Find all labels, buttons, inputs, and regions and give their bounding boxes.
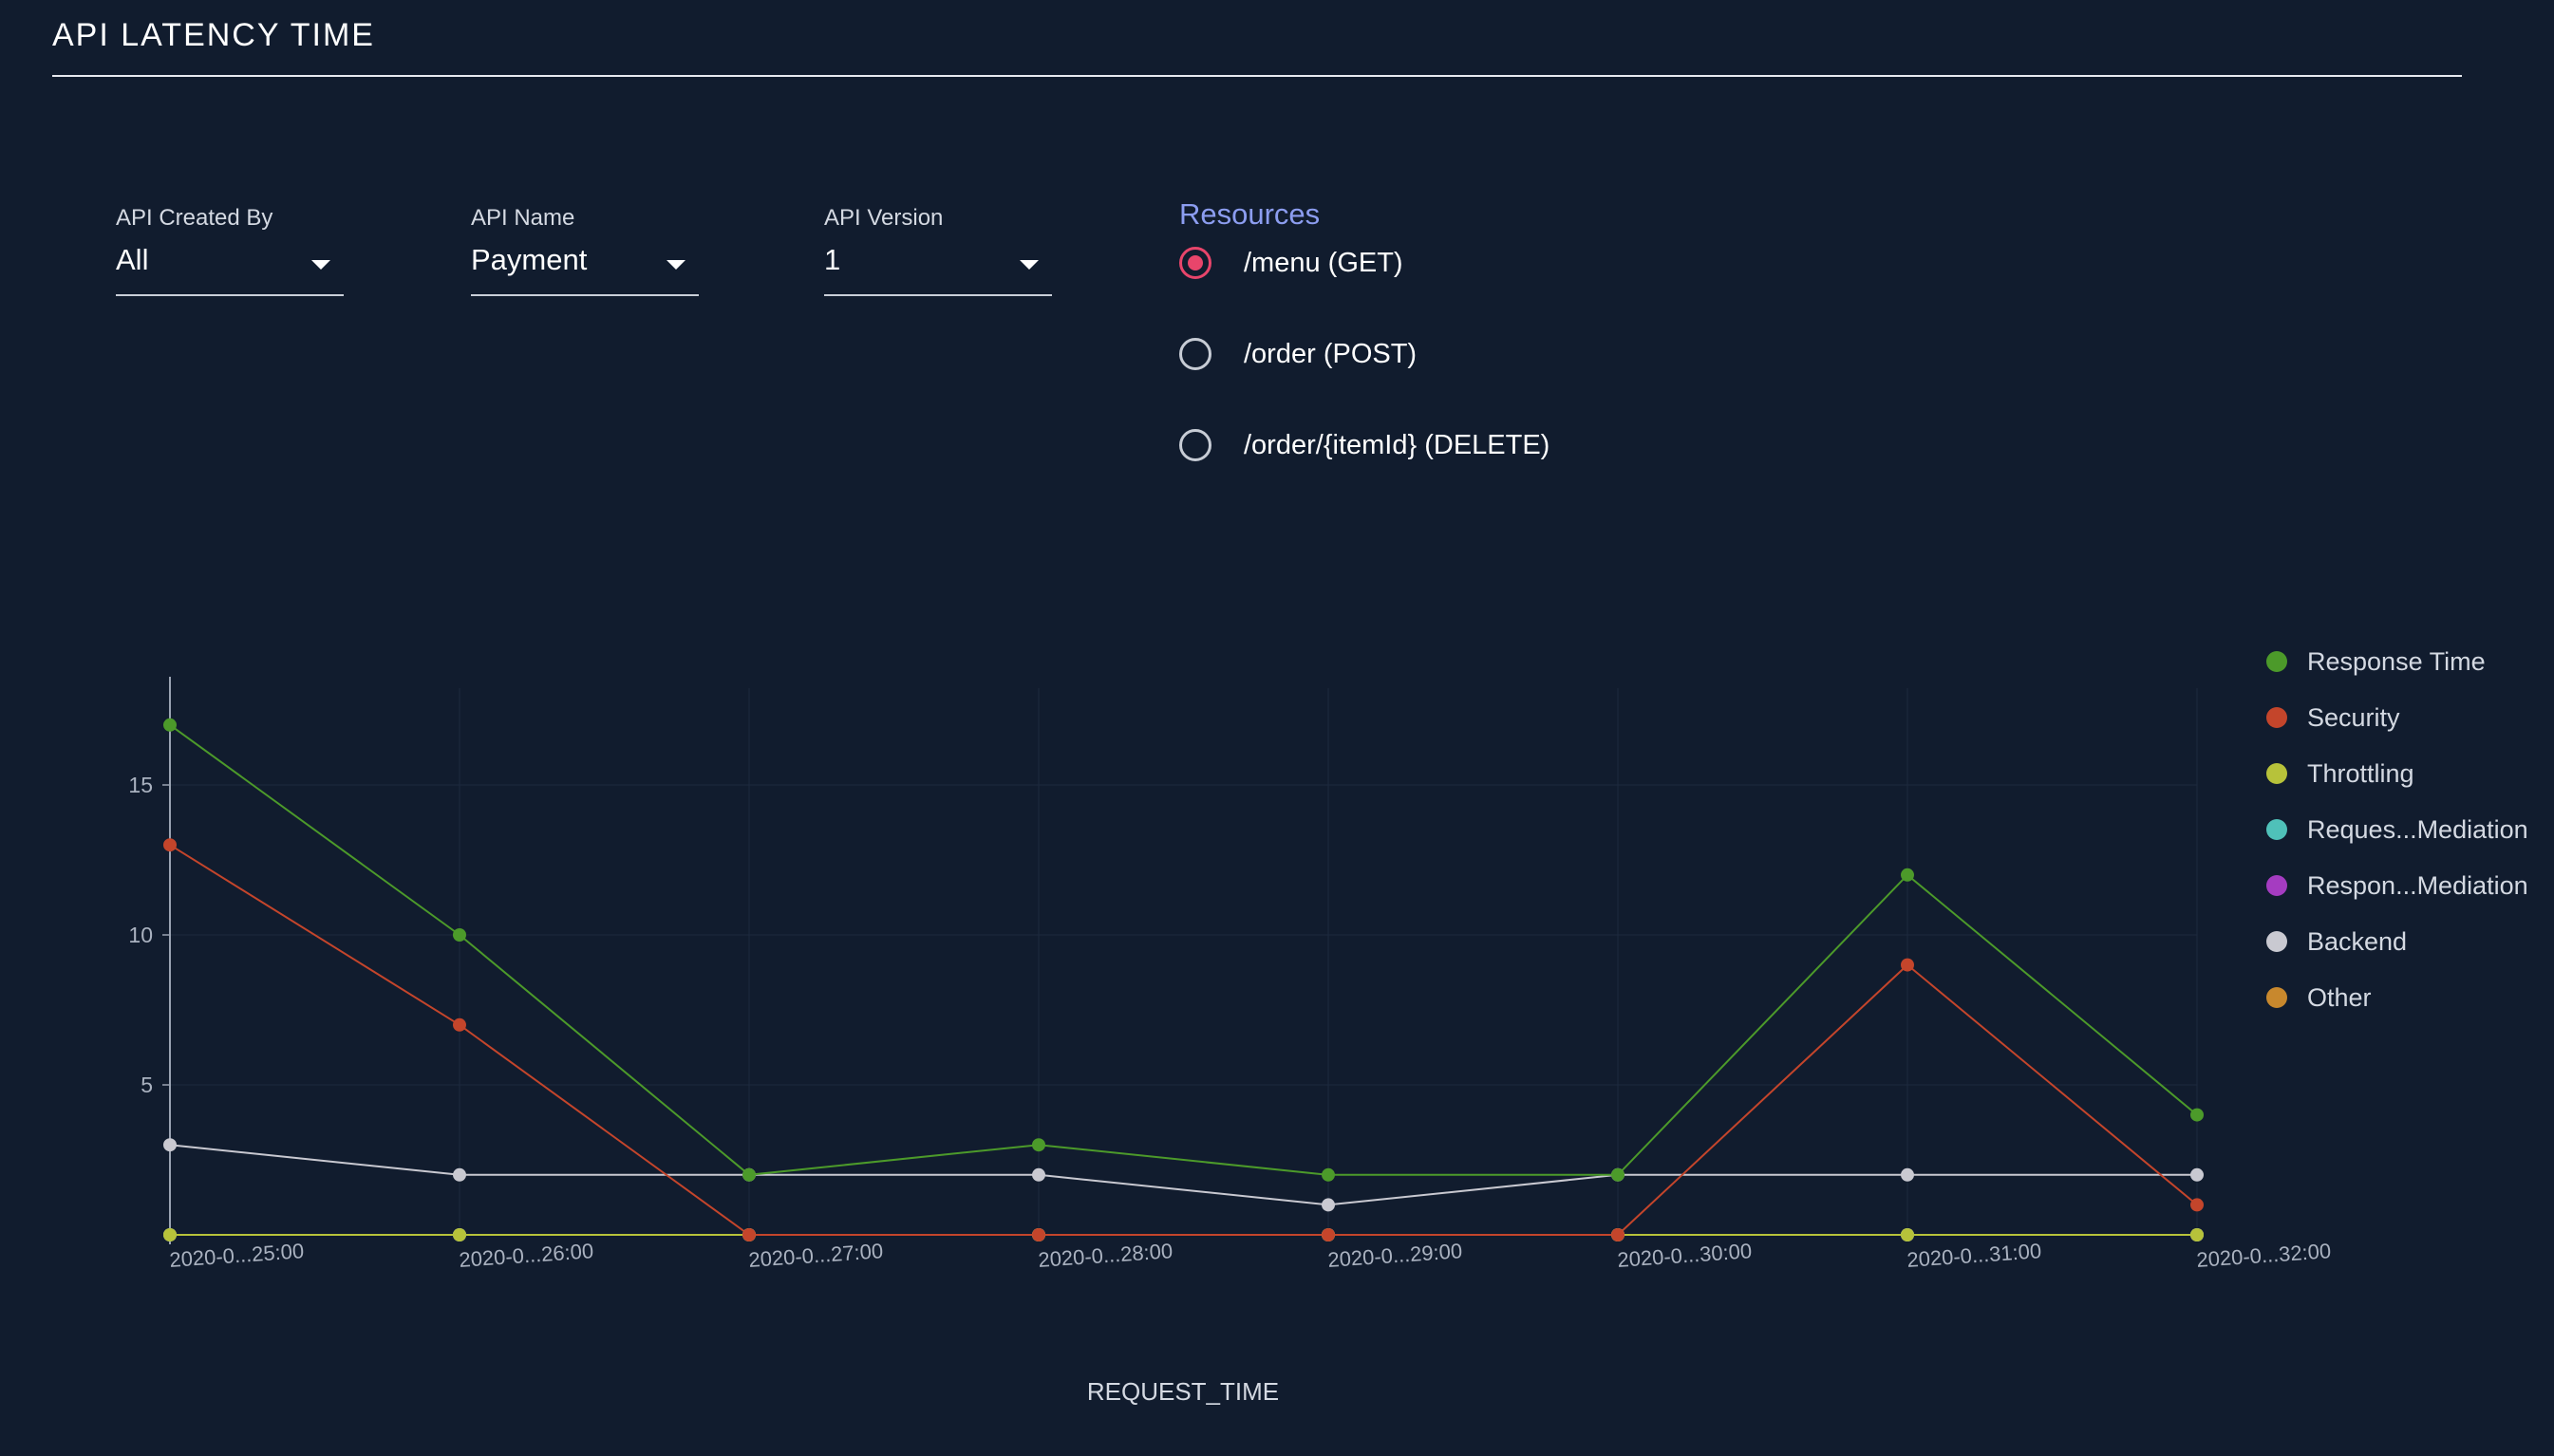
data-point xyxy=(2190,1198,2204,1212)
api-created-by-select[interactable]: API Created By All xyxy=(116,201,344,296)
x-tick-label: 2020-0...31:00 xyxy=(1906,1239,2042,1272)
data-point xyxy=(1901,868,1914,882)
data-point xyxy=(1032,1167,1045,1182)
api-created-by-value: All xyxy=(116,243,149,276)
data-point xyxy=(453,1228,466,1241)
series-line-1 xyxy=(169,844,2198,1236)
caret-down-icon xyxy=(1020,260,1039,270)
page-title: API LATENCY TIME xyxy=(52,17,375,53)
data-point xyxy=(163,718,177,732)
legend-label: Response Time xyxy=(2307,647,2486,676)
api-name-value: Payment xyxy=(471,243,588,276)
resources-radio-group: Resources /menu (GET) /order (POST) /ord… xyxy=(1179,197,1654,520)
resources-heading: Resources xyxy=(1179,197,1321,231)
api-name-label: API Name xyxy=(471,205,575,231)
caret-down-icon xyxy=(311,260,330,270)
data-point xyxy=(742,1228,756,1241)
data-point xyxy=(1611,1228,1624,1241)
data-point xyxy=(1032,1228,1045,1241)
data-point xyxy=(1901,1167,1914,1182)
latency-chart: 5 10 15 2020-0...25:00 2020-0...26:00 2020-0.… xyxy=(0,607,2554,1456)
series-line-5 xyxy=(169,1144,2197,1206)
caret-down-icon xyxy=(667,260,685,270)
x-tick-label: 2020-0...28:00 xyxy=(1038,1239,1174,1272)
legend-item[interactable]: Respon...Mediation xyxy=(2266,871,2528,900)
legend-item[interactable]: Response Time xyxy=(2266,647,2486,676)
legend-label: Security xyxy=(2307,703,2400,732)
resource-option-order-post[interactable]: /order (POST) xyxy=(1179,338,1654,429)
api-created-by-label: API Created By xyxy=(116,205,273,231)
x-axis-title: REQUEST_TIME xyxy=(1087,1377,1279,1406)
legend-swatch xyxy=(2266,763,2287,784)
legend-swatch xyxy=(2266,651,2287,672)
legend-label: Backend xyxy=(2307,927,2407,956)
legend-swatch xyxy=(2266,931,2287,952)
data-point xyxy=(2190,1108,2204,1122)
legend-swatch xyxy=(2266,707,2287,728)
select-underline xyxy=(824,294,1052,296)
api-version-select[interactable]: API Version 1 xyxy=(824,201,1052,296)
data-point xyxy=(1322,1228,1335,1241)
legend-swatch xyxy=(2266,875,2287,896)
resource-option-label: /order (POST) xyxy=(1244,339,1418,369)
data-point xyxy=(742,1167,756,1182)
data-point xyxy=(1322,1198,1335,1212)
select-underline xyxy=(471,294,699,296)
legend-label: Reques...Mediation xyxy=(2307,815,2528,844)
select-underline xyxy=(116,294,344,296)
api-name-select[interactable]: API Name Payment xyxy=(471,201,699,296)
data-point xyxy=(163,838,177,852)
legend-label: Respon...Mediation xyxy=(2307,871,2528,900)
legend-item[interactable]: Other xyxy=(2266,983,2372,1012)
data-point xyxy=(1611,1167,1624,1182)
x-tick-label: 2020-0...27:00 xyxy=(748,1239,884,1272)
x-tick-label: 2020-0...29:00 xyxy=(1327,1239,1463,1272)
title-divider xyxy=(52,75,2462,77)
data-point xyxy=(2190,1167,2204,1182)
data-point xyxy=(1901,958,1914,972)
data-point xyxy=(1322,1167,1335,1182)
data-point xyxy=(1901,1228,1914,1241)
legend-item[interactable]: Security xyxy=(2266,703,2400,732)
resource-option-order-delete[interactable]: /order/{itemId} (DELETE) xyxy=(1179,429,1654,520)
radio-unchecked-icon[interactable] xyxy=(1179,338,1211,370)
data-point xyxy=(2190,1228,2204,1241)
x-tick-label: 2020-0...26:00 xyxy=(459,1239,594,1272)
api-version-label: API Version xyxy=(824,205,944,231)
data-point xyxy=(453,1017,466,1032)
y-tick-label: 15 xyxy=(128,773,153,797)
data-point xyxy=(453,928,466,942)
resource-option-label: /order/{itemId} (DELETE) xyxy=(1244,430,1550,460)
y-tick-label: 5 xyxy=(141,1073,153,1097)
resource-option-label: /menu (GET) xyxy=(1244,248,1403,278)
latency-line-chart: 5 10 15 2020-0...25:00 2020-0...26:00 2020-0.… xyxy=(128,647,2528,1406)
legend-label: Other xyxy=(2307,983,2372,1012)
legend-item[interactable]: Backend xyxy=(2266,927,2407,956)
legend-swatch xyxy=(2266,819,2287,840)
data-point xyxy=(1032,1138,1045,1152)
x-tick-label: 2020-0...30:00 xyxy=(1617,1239,1753,1272)
legend-item[interactable]: Reques...Mediation xyxy=(2266,815,2528,844)
data-point xyxy=(453,1167,466,1182)
radio-unchecked-icon[interactable] xyxy=(1179,429,1211,461)
data-point xyxy=(163,1138,177,1152)
x-tick-label: 2020-0...32:00 xyxy=(2196,1239,2332,1272)
series-line-0 xyxy=(169,723,2198,1176)
api-version-value: 1 xyxy=(824,243,841,276)
data-point xyxy=(163,1228,177,1241)
x-tick-label: 2020-0...25:00 xyxy=(169,1239,305,1272)
legend-item[interactable]: Throttling xyxy=(2266,759,2414,788)
y-tick-label: 10 xyxy=(128,923,153,947)
legend-label: Throttling xyxy=(2307,759,2414,788)
resource-option-menu-get[interactable]: /menu (GET) xyxy=(1179,247,1654,338)
legend-swatch xyxy=(2266,987,2287,1008)
radio-checked-icon[interactable] xyxy=(1179,247,1211,279)
